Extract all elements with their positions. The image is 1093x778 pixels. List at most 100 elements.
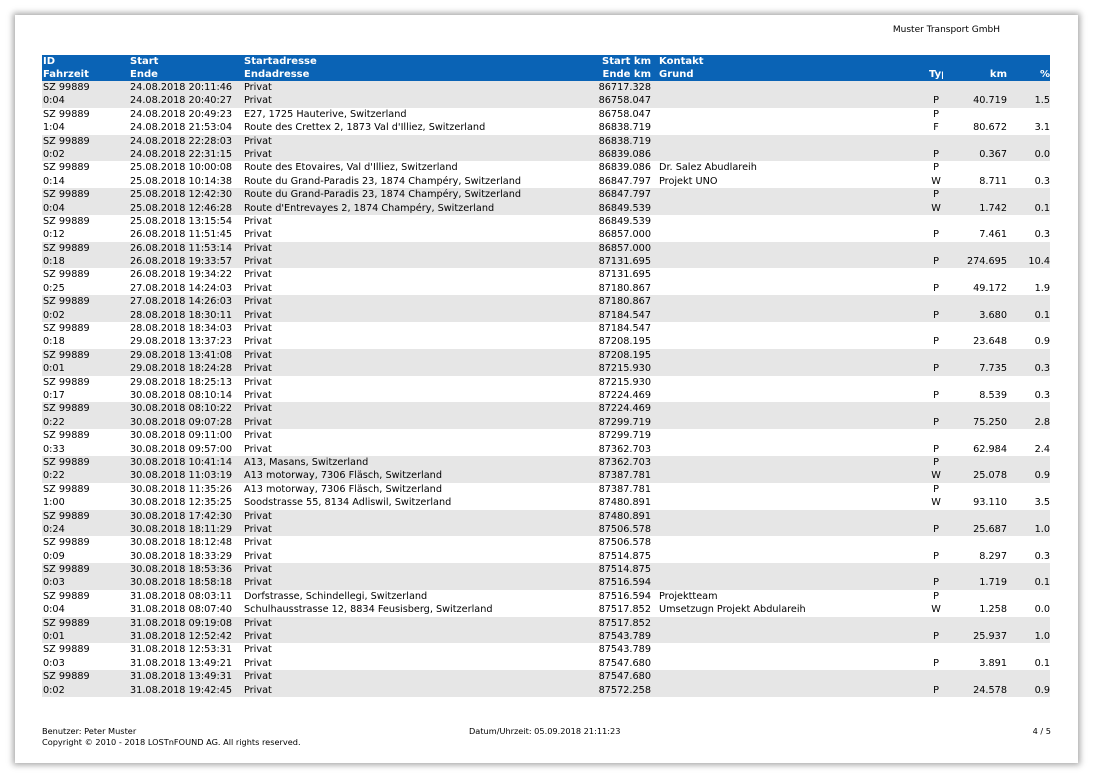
cell-id: SZ 99889 (43, 590, 90, 602)
cell-address: Privat (244, 229, 272, 241)
cell-id: 0:12 (43, 229, 65, 241)
cell-percent: 0.3 (1034, 550, 1050, 562)
cell-odometer: 86847.797 (598, 189, 651, 201)
cell-address: Schulhausstrasse 12, 8834 Feusisberg, Sw… (244, 604, 493, 616)
cell-address: E27, 1725 Hauterive, Switzerland (244, 108, 407, 120)
cell-datetime: 31.08.2018 08:03:11 (130, 590, 233, 602)
cell-odometer: 87224.469 (598, 389, 651, 401)
header-start-address: Startadresse (244, 56, 317, 67)
cell-address: Privat (244, 389, 272, 401)
table-row: 0:24 30.08.2018 18:11:29 Privat 87506.578 P 2… (42, 522, 1050, 537)
cell-datetime: 25.08.2018 10:14:38 (130, 175, 233, 187)
cell-type: F (933, 122, 939, 134)
cell-address: Privat (244, 256, 272, 268)
cell-distance: 1.258 (979, 604, 1007, 616)
cell-datetime: 31.08.2018 13:49:21 (130, 657, 233, 669)
cell-odometer: 87387.781 (598, 470, 651, 482)
footer-left: Benutzer: Peter Muster Copyright © 2010 … (42, 726, 301, 748)
cell-datetime: 26.08.2018 11:51:45 (130, 229, 233, 241)
cell-type: P (933, 336, 939, 348)
cell-type: W (931, 470, 941, 482)
cell-odometer: 87547.680 (598, 671, 651, 683)
cell-type: P (933, 443, 939, 455)
cell-odometer: 87224.469 (598, 403, 651, 415)
cell-address: A13, Masans, Switzerland (244, 456, 369, 468)
cell-distance: 40.719 (973, 95, 1007, 107)
cell-datetime: 26.08.2018 11:53:14 (130, 242, 233, 254)
cell-type: W (931, 604, 941, 616)
header-end-address: Endadresse (244, 69, 310, 80)
table-row: 0:33 30.08.2018 09:57:00 Privat 87362.703 P 6… (42, 443, 1050, 456)
cell-percent: 0.1 (1034, 202, 1050, 214)
table-row: 0:02 28.08.2018 18:30:11 Privat 87184.547 P 3… (42, 308, 1050, 323)
cell-type: W (931, 175, 941, 187)
cell-address: Privat (244, 296, 272, 308)
cell-datetime: 31.08.2018 08:07:40 (130, 604, 233, 616)
table-row: 0:22 30.08.2018 11:03:19 A13 motorway, 730… (42, 469, 1050, 483)
cell-distance: 8.297 (979, 550, 1007, 562)
cell-odometer: 86758.047 (598, 95, 651, 107)
table-row: SZ 99889 30.08.2018 18:12:48 Privat 87506.5… (42, 536, 1050, 549)
cell-id: 0:25 (43, 282, 65, 294)
cell-odometer: 87215.930 (598, 363, 651, 375)
cell-distance: 25.937 (973, 631, 1007, 643)
cell-id: 0:03 (43, 577, 65, 589)
cell-odometer: 87362.703 (598, 456, 651, 468)
cell-distance: 49.172 (973, 282, 1007, 294)
footer-datetime: Datum/Uhrzeit: 05.09.2018 21:11:23 (469, 726, 621, 736)
cell-contact: Projektteam (659, 590, 718, 602)
cell-datetime: 28.08.2018 18:34:03 (130, 323, 233, 335)
table-row: 0:03 30.08.2018 18:58:18 Privat 87516.594 P 1… (42, 576, 1050, 590)
table-row: 0:09 30.08.2018 18:33:29 Privat 87514.875 P 8… (42, 550, 1050, 563)
cell-address: Privat (244, 349, 272, 361)
cell-datetime: 30.08.2018 10:41:14 (130, 456, 233, 468)
header-line-2: Fahrzeit Ende Endadresse Ende km Grund T… (42, 68, 1050, 81)
table-row: 0:14 25.08.2018 10:14:38 Route du Grand-Pa… (42, 175, 1050, 188)
cell-datetime: 24.08.2018 20:40:27 (130, 95, 233, 107)
table-row: SZ 99889 29.08.2018 18:25:13 Privat 87215.9… (42, 376, 1050, 389)
cell-datetime: 25.08.2018 12:46:28 (130, 202, 233, 214)
cell-datetime: 30.08.2018 09:07:28 (130, 416, 233, 428)
cell-datetime: 27.08.2018 14:24:03 (130, 282, 233, 294)
cell-datetime: 30.08.2018 18:53:36 (130, 564, 233, 576)
cell-type: P (933, 389, 939, 401)
cell-id: SZ 99889 (43, 162, 90, 174)
cell-type: P (933, 282, 939, 294)
table-row: 1:04 24.08.2018 21:53:04 Route des Crettex… (42, 121, 1050, 134)
cell-distance: 1.719 (979, 577, 1007, 589)
cell-datetime: 24.08.2018 22:28:03 (130, 135, 233, 147)
cell-percent: 0.3 (1034, 175, 1050, 187)
cell-address: Soodstrasse 55, 8134 Adliswil, Switzerla… (244, 497, 452, 509)
cell-type: P (933, 416, 939, 428)
header-start-km: Start km (602, 56, 651, 67)
cell-odometer: 86838.719 (598, 122, 651, 134)
cell-distance: 8.539 (979, 389, 1007, 401)
header-type: Typ (929, 69, 943, 80)
cell-distance: 7.461 (979, 229, 1007, 241)
cell-address: Privat (244, 671, 272, 683)
cell-address: Privat (244, 148, 272, 160)
cell-datetime: 30.08.2018 08:10:22 (130, 403, 233, 415)
cell-odometer: 87180.867 (598, 296, 651, 308)
cell-type: P (933, 550, 939, 562)
cell-odometer: 86838.719 (598, 135, 651, 147)
cell-percent: 0.9 (1034, 336, 1050, 348)
cell-type: P (933, 657, 939, 669)
cell-percent: 2.4 (1034, 443, 1050, 455)
cell-datetime: 26.08.2018 19:34:22 (130, 269, 233, 281)
cell-percent: 0.3 (1034, 389, 1050, 401)
cell-percent: 0.9 (1034, 684, 1050, 696)
cell-type: P (933, 309, 939, 321)
cell-contact: Projekt UNO (659, 175, 718, 187)
cell-odometer: 87184.547 (598, 323, 651, 335)
cell-address: Privat (244, 523, 272, 535)
cell-odometer: 86857.000 (598, 242, 651, 254)
cell-address: Privat (244, 657, 272, 669)
cell-address: A13 motorway, 7306 Fläsch, Switzerland (244, 483, 442, 495)
cell-odometer: 87517.852 (598, 604, 651, 616)
cell-odometer: 86839.086 (598, 148, 651, 160)
cell-id: SZ 99889 (43, 430, 90, 442)
cell-id: 0:22 (43, 470, 65, 482)
table-row: 0:02 24.08.2018 22:31:15 Privat 86839.086 P 0… (42, 147, 1050, 162)
cell-id: 1:04 (43, 122, 65, 134)
